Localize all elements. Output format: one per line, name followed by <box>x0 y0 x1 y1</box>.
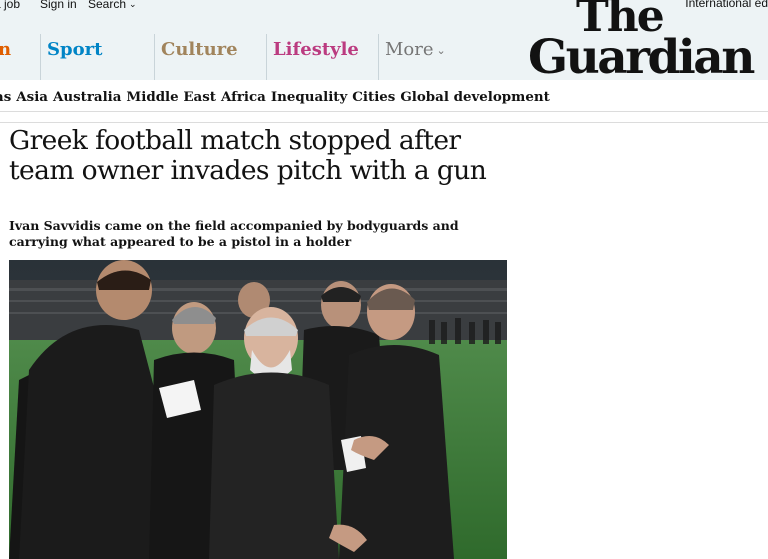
search-link[interactable]: Search ⌄ <box>88 0 137 11</box>
chevron-down-icon: ⌄ <box>436 44 446 57</box>
more-label: More <box>385 39 434 60</box>
subnav-item-africa[interactable]: Africa <box>221 89 266 105</box>
pillar-more[interactable]: More ⌄ <box>378 34 452 80</box>
subnav-item-australia[interactable]: Australia <box>53 89 121 105</box>
pillar-culture[interactable]: Culture <box>154 34 266 80</box>
subnav-item-middle-east[interactable]: Middle East <box>126 89 216 105</box>
guardian-logo[interactable]: The Guardian <box>528 0 768 85</box>
pillar-sport[interactable]: Sport <box>40 34 154 80</box>
subnav-item-americas[interactable]: ras <box>0 89 11 105</box>
subnav-item-global-development[interactable]: Global development <box>400 89 549 105</box>
site-header: a job Sign in Search⌄ International ed T… <box>0 0 768 85</box>
subnav-item-cities[interactable]: Cities <box>352 89 395 105</box>
article-standfirst: Ivan Savvidis came on the field accompan… <box>9 218 459 249</box>
article: Greek football match stopped after team … <box>0 112 768 559</box>
divider <box>0 122 768 123</box>
chevron-down-icon: ⌄ <box>129 0 137 9</box>
job-link[interactable]: a job <box>0 0 20 11</box>
search-label: Search <box>88 0 127 11</box>
pillar-lifestyle[interactable]: Lifestyle <box>266 34 378 80</box>
subnav-item-asia[interactable]: Asia <box>16 89 48 105</box>
signin-link[interactable]: Sign in <box>40 0 77 11</box>
logo-line-2: Guardian <box>528 29 755 85</box>
pillar-opinion[interactable]: n <box>0 34 40 80</box>
subnav-item-inequality[interactable]: Inequality <box>271 89 347 105</box>
sub-nav: ras Asia Australia Middle East Africa In… <box>0 80 768 112</box>
article-headline: Greek football match stopped after team … <box>9 125 487 186</box>
article-main-image[interactable] <box>9 260 507 559</box>
